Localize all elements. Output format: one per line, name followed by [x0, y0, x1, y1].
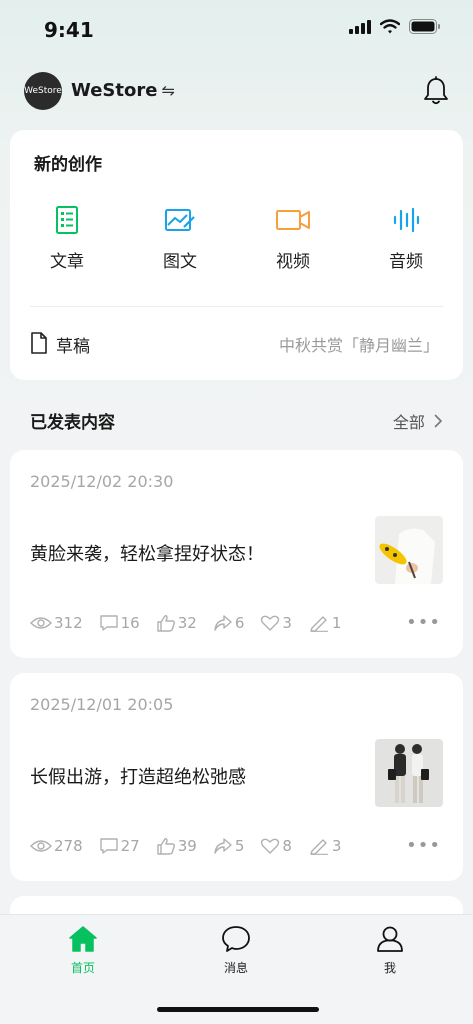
see-all-link[interactable]: 全部	[393, 409, 443, 433]
edits-count: 1	[331, 614, 342, 632]
home-indicator	[157, 1007, 319, 1012]
create-article-label: 文章	[50, 252, 84, 272]
tab-home-label: 首页	[70, 961, 95, 975]
favorites-count: 8	[282, 837, 292, 855]
tab-home[interactable]: 首页	[43, 925, 123, 976]
tab-messages-label: 消息	[223, 961, 248, 975]
audio-icon	[393, 207, 420, 233]
post-title[interactable]: 黄脸来袭，轻松拿捏好状态！	[30, 540, 264, 566]
shares-stat: 6	[213, 614, 245, 632]
tab-profile-label: 我	[383, 961, 396, 975]
create-audio-button[interactable]: 音频	[361, 205, 451, 272]
message-icon	[222, 926, 250, 952]
battery-icon	[409, 19, 440, 34]
wifi-icon	[380, 19, 400, 34]
image-text-icon	[165, 209, 195, 231]
draft-label: 草稿	[56, 337, 90, 357]
comments-stat: 27	[99, 837, 140, 855]
avatar-logo-text: WeStore	[24, 86, 62, 96]
post-card[interactable]: 2025/12/02 20:30 黄脸来袭，轻松拿捏好状态！ 312 16 32…	[10, 450, 463, 658]
post-thumbnail[interactable]	[375, 516, 443, 584]
pen-icon	[310, 839, 328, 855]
post-date: 2025/12/01 20:05	[30, 695, 174, 714]
create-video-button[interactable]: 视频	[248, 205, 338, 272]
cellular-signal-icon	[349, 19, 371, 34]
views-count: 278	[54, 837, 83, 855]
edits-stat: 3	[308, 837, 342, 855]
more-options-icon[interactable]: •••	[406, 835, 441, 856]
profile-icon	[377, 926, 403, 952]
comment-icon	[99, 838, 118, 854]
favorites-stat: 8	[260, 837, 292, 855]
heart-icon	[261, 615, 280, 631]
likes-stat: 39	[156, 837, 197, 855]
create-image-text-label: 图文	[163, 252, 197, 272]
likes-count: 32	[177, 614, 197, 632]
home-icon	[69, 926, 97, 952]
create-audio-label: 音频	[389, 252, 423, 272]
views-count: 312	[54, 614, 83, 632]
document-icon	[31, 332, 47, 354]
more-options-icon[interactable]: •••	[406, 612, 441, 633]
tab-profile[interactable]: 我	[350, 925, 430, 976]
store-name: WeStore	[71, 80, 158, 101]
eye-icon	[30, 840, 52, 852]
bell-icon[interactable]	[423, 76, 449, 106]
post-stats: 278 27 39 5 8 3	[30, 835, 357, 857]
create-article-button[interactable]: 文章	[22, 205, 112, 272]
thumbs-up-icon	[157, 615, 175, 632]
share-icon	[214, 838, 232, 854]
shares-stat: 5	[213, 837, 245, 855]
favorites-stat: 3	[260, 614, 292, 632]
divider	[30, 306, 443, 307]
store-avatar[interactable]: WeStore	[24, 72, 62, 110]
draft-row[interactable]: 草稿 中秋共赏「静月幽兰」	[30, 330, 443, 358]
pen-icon	[310, 616, 328, 632]
status-icons	[349, 19, 441, 34]
status-bar: 9:41	[0, 0, 473, 60]
store-switcher[interactable]: WeStore ⇋	[71, 80, 175, 101]
edits-count: 3	[331, 837, 342, 855]
post-title[interactable]: 长假出游，打造超绝松弛感	[30, 763, 246, 789]
shares-count: 5	[234, 837, 245, 855]
likes-count: 39	[177, 837, 197, 855]
header: WeStore WeStore ⇋	[24, 70, 449, 112]
comments-stat: 16	[99, 614, 140, 632]
article-icon	[56, 206, 78, 234]
create-image-text-button[interactable]: 图文	[135, 205, 225, 272]
draft-title: 中秋共赏「静月幽兰」	[278, 336, 439, 355]
heart-icon	[261, 838, 280, 854]
views-stat: 312	[30, 614, 83, 632]
comment-icon	[99, 615, 118, 631]
edits-stat: 1	[308, 614, 342, 632]
likes-stat: 32	[156, 614, 197, 632]
published-header: 已发表内容 全部	[30, 408, 443, 434]
create-types: 文章 图文 视频 音频	[10, 205, 463, 285]
views-stat: 278	[30, 837, 83, 855]
comments-count: 16	[120, 614, 140, 632]
create-video-label: 视频	[276, 252, 310, 272]
post-card[interactable]: 2025/12/01 20:05 长假出游，打造超绝松弛感 278 27 39	[10, 673, 463, 881]
comments-count: 27	[120, 837, 140, 855]
status-time: 9:41	[44, 18, 94, 42]
post-stats: 312 16 32 6 3 1	[30, 612, 357, 634]
create-card: 新的创作 文章 图文 视频 音频 草稿 中秋共赏「静月幽兰」	[10, 130, 463, 380]
share-icon	[214, 615, 232, 631]
thumbs-up-icon	[157, 838, 175, 855]
chevron-right-icon	[434, 414, 442, 428]
switch-icon: ⇋	[161, 81, 175, 100]
published-title: 已发表内容	[30, 413, 115, 433]
video-icon	[276, 210, 310, 230]
tab-messages[interactable]: 消息	[196, 925, 276, 976]
post-thumbnail-image	[375, 516, 443, 584]
post-date: 2025/12/02 20:30	[30, 472, 174, 491]
post-thumbnail[interactable]	[375, 739, 443, 807]
eye-icon	[30, 617, 52, 629]
shares-count: 6	[234, 614, 245, 632]
create-title: 新的创作	[34, 155, 102, 175]
favorites-count: 3	[282, 614, 292, 632]
post-thumbnail-image	[375, 739, 443, 807]
see-all-label: 全部	[392, 413, 425, 432]
